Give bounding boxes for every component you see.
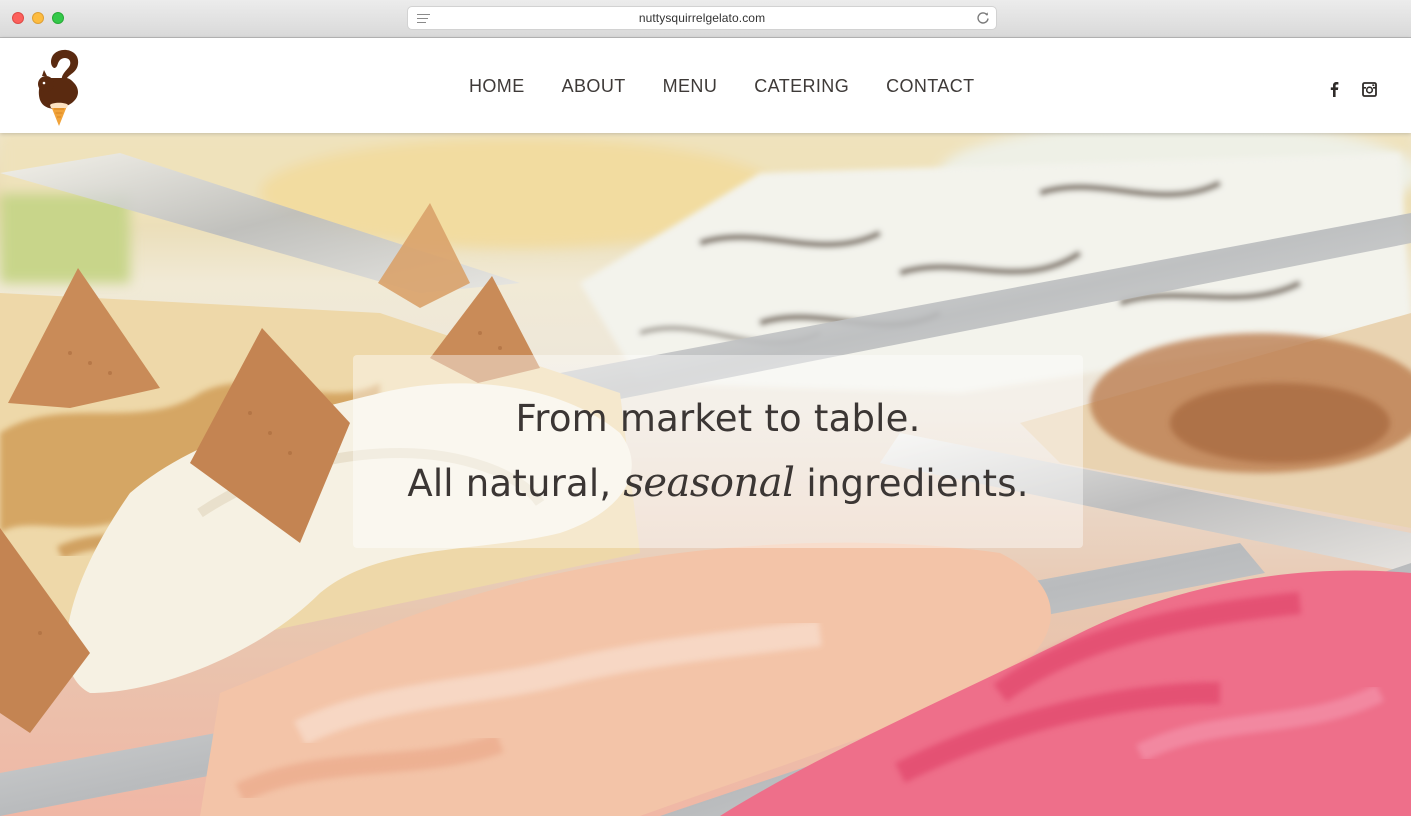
browser-chrome: nuttysquirrelgelato.com	[0, 0, 1411, 38]
facebook-icon[interactable]	[1328, 81, 1340, 97]
tagline-line-1: From market to table.	[515, 397, 921, 440]
tagline-text-before: All natural,	[407, 462, 612, 505]
zoom-window-button[interactable]	[52, 12, 64, 24]
instagram-icon[interactable]	[1362, 82, 1377, 97]
nav-menu[interactable]: MENU	[663, 76, 718, 97]
tagline-text-after: ingredients.	[806, 462, 1029, 505]
reload-icon[interactable]	[976, 11, 990, 25]
site-header: HOME ABOUT MENU CATERING CONTACT	[0, 38, 1411, 133]
main-nav: HOME ABOUT MENU CATERING CONTACT	[469, 76, 975, 97]
nav-contact[interactable]: CONTACT	[886, 76, 974, 97]
reader-menu-icon[interactable]	[417, 14, 430, 23]
hero-section: From market to table. All natural, seaso…	[0, 133, 1411, 816]
close-window-button[interactable]	[12, 12, 24, 24]
url-text: nuttysquirrelgelato.com	[638, 11, 766, 25]
tagline-line-2: All natural, seasonal ingredients.	[407, 451, 1028, 516]
address-bar[interactable]: nuttysquirrelgelato.com	[407, 6, 997, 30]
nav-catering[interactable]: CATERING	[754, 76, 849, 97]
nav-about[interactable]: ABOUT	[562, 76, 626, 97]
tagline-script-word: seasonal	[623, 460, 795, 506]
tagline-box: From market to table. All natural, seaso…	[353, 355, 1083, 548]
nav-home[interactable]: HOME	[469, 76, 525, 97]
squirrel-cone-logo[interactable]	[34, 48, 88, 126]
minimize-window-button[interactable]	[32, 12, 44, 24]
